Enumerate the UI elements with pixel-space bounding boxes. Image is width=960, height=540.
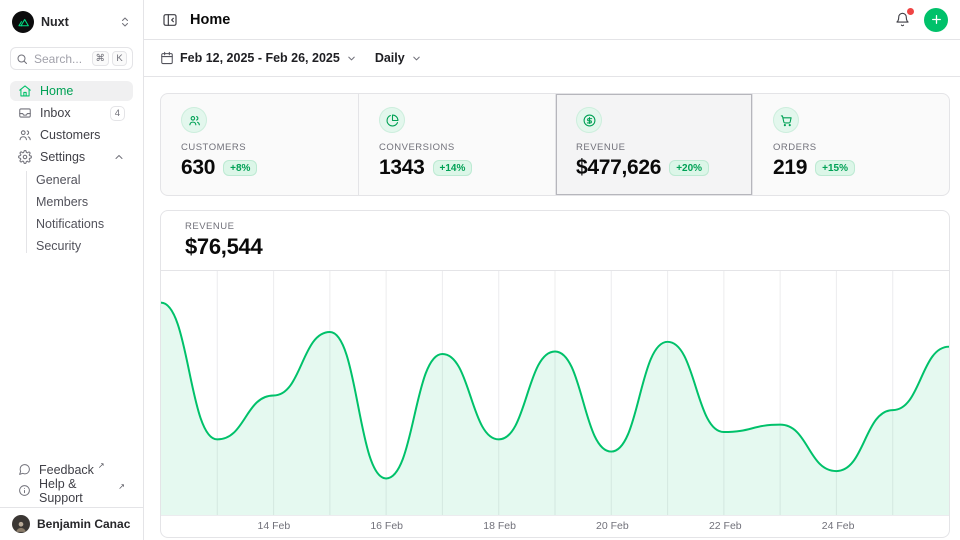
search-input[interactable]: Search... ⌘ K [10, 47, 133, 70]
stat-delta-badge: +20% [669, 160, 709, 176]
notification-dot [907, 8, 914, 15]
x-axis-tick: 16 Feb [370, 520, 403, 532]
chart-header: REVENUE $76,544 [161, 211, 949, 271]
help-support-link[interactable]: Help & Support ↗ [10, 480, 133, 501]
sidebar-collapse-button[interactable] [160, 10, 180, 30]
inbox-count-badge: 4 [110, 106, 125, 121]
chart-x-axis: 14 Feb 16 Feb 18 Feb 20 Feb 22 Feb 24 Feb [161, 516, 949, 536]
child-item-label: Members [36, 195, 88, 209]
child-item-label: Notifications [36, 217, 104, 231]
users-icon [188, 114, 201, 127]
stat-value: 1343 [379, 156, 425, 180]
nuxt-logo-icon [12, 11, 34, 33]
chevron-down-icon [411, 53, 422, 64]
granularity-label: Daily [375, 51, 405, 65]
help-support-label: Help & Support [39, 477, 114, 505]
cart-icon [780, 114, 793, 127]
benjamin-avatar [12, 515, 30, 533]
calendar-icon [160, 51, 174, 65]
sidebar-item-label: Home [40, 84, 73, 98]
external-link-icon: ↗ [118, 482, 125, 491]
search-kbd-shortcuts: ⌘ K [92, 51, 128, 66]
date-range-picker[interactable]: Feb 12, 2025 - Feb 26, 2025 [160, 51, 357, 65]
sidebar-item-notifications[interactable]: Notifications [26, 213, 133, 235]
chart-total-value: $76,544 [185, 234, 925, 260]
sidebar-nav: Home Inbox 4 Customers Settings General … [10, 81, 133, 257]
sidebar-item-inbox[interactable]: Inbox 4 [10, 103, 133, 123]
stat-card-orders[interactable]: ORDERS 219 +15% [752, 94, 949, 195]
stat-label: CUSTOMERS [181, 142, 338, 153]
sidebar-item-security[interactable]: Security [26, 235, 133, 257]
child-item-label: Security [36, 239, 81, 253]
x-axis-tick: 18 Feb [483, 520, 516, 532]
stat-card-conversions[interactable]: CONVERSIONS 1343 +14% [358, 94, 555, 195]
x-axis-tick: 20 Feb [596, 520, 629, 532]
x-axis-tick: 22 Feb [709, 520, 742, 532]
chart-title-label: REVENUE [185, 221, 925, 232]
stat-label: ORDERS [773, 142, 929, 153]
sidebar-item-general[interactable]: General [26, 169, 133, 191]
stat-label: CONVERSIONS [379, 142, 535, 153]
stat-delta-badge: +15% [815, 160, 855, 176]
stat-card-revenue[interactable]: REVENUE $477,626 +20% [555, 94, 752, 195]
stat-label: REVENUE [576, 142, 732, 153]
search-icon [16, 53, 28, 65]
chart-plot-area [161, 271, 949, 516]
granularity-select[interactable]: Daily [375, 51, 422, 65]
page-title: Home [190, 12, 230, 28]
panel-left-close-icon [162, 12, 178, 28]
x-axis-tick: 14 Feb [258, 520, 291, 532]
x-axis-tick: 24 Feb [822, 520, 855, 532]
stat-delta-badge: +14% [433, 160, 473, 176]
sidebar-item-label: Settings [40, 150, 85, 164]
date-range-label: Feb 12, 2025 - Feb 26, 2025 [180, 51, 340, 65]
workspace-switcher[interactable]: Nuxt [12, 10, 131, 34]
revenue-chart [161, 271, 949, 515]
sidebar-item-customers[interactable]: Customers [10, 125, 133, 145]
search-placeholder: Search... [34, 52, 82, 66]
house-icon [18, 84, 32, 98]
chevron-up-down-icon [119, 16, 131, 28]
feedback-label: Feedback [39, 463, 94, 477]
chevron-down-icon [346, 53, 357, 64]
sidebar-item-home[interactable]: Home [10, 81, 133, 101]
info-circle-icon [18, 484, 31, 497]
stat-value: 219 [773, 156, 807, 180]
stat-value: $477,626 [576, 156, 661, 180]
circle-dollar-icon [583, 114, 596, 127]
sidebar-item-members[interactable]: Members [26, 191, 133, 213]
sidebar-item-label: Customers [40, 128, 100, 142]
stat-card-customers[interactable]: CUSTOMERS 630 +8% [161, 94, 358, 195]
chart-pie-icon [386, 114, 399, 127]
add-button[interactable] [924, 8, 948, 32]
stat-value: 630 [181, 156, 215, 180]
user-name: Benjamin Canac [37, 517, 130, 531]
sidebar-item-label: Inbox [40, 106, 71, 120]
notifications-button[interactable] [893, 10, 912, 29]
inbox-icon [18, 106, 32, 120]
gear-icon [18, 150, 32, 164]
users-icon [18, 128, 32, 142]
child-item-label: General [36, 173, 80, 187]
sidebar-item-settings[interactable]: Settings [10, 147, 133, 167]
dashboard-app: Nuxt Search... ⌘ K Home Inbox 4 Cu [0, 0, 960, 540]
revenue-chart-card: REVENUE $76,544 14 Feb 16 Feb 18 Feb 20 Feb… [160, 210, 950, 538]
sidebar-footer: Feedback ↗ Help & Support ↗ Benjamin Can… [0, 459, 143, 540]
settings-children: General Members Notifications Security [26, 169, 133, 257]
external-link-icon: ↗ [98, 461, 105, 470]
stat-delta-badge: +8% [223, 160, 257, 176]
kbd-meta: ⌘ [92, 51, 110, 66]
kbd-k: K [112, 51, 127, 66]
plus-icon [930, 13, 943, 26]
main-header: Home [144, 0, 960, 40]
user-menu[interactable]: Benjamin Canac [0, 507, 143, 540]
message-bubble-icon [18, 463, 31, 476]
stats-row: CUSTOMERS 630 +8% CONVERSIONS 1343 +14% … [160, 93, 950, 196]
chevron-up-icon [113, 151, 125, 163]
workspace-name: Nuxt [41, 15, 69, 29]
filters-toolbar: Feb 12, 2025 - Feb 26, 2025 Daily [144, 40, 960, 77]
sidebar: Nuxt Search... ⌘ K Home Inbox 4 Cu [0, 0, 144, 540]
